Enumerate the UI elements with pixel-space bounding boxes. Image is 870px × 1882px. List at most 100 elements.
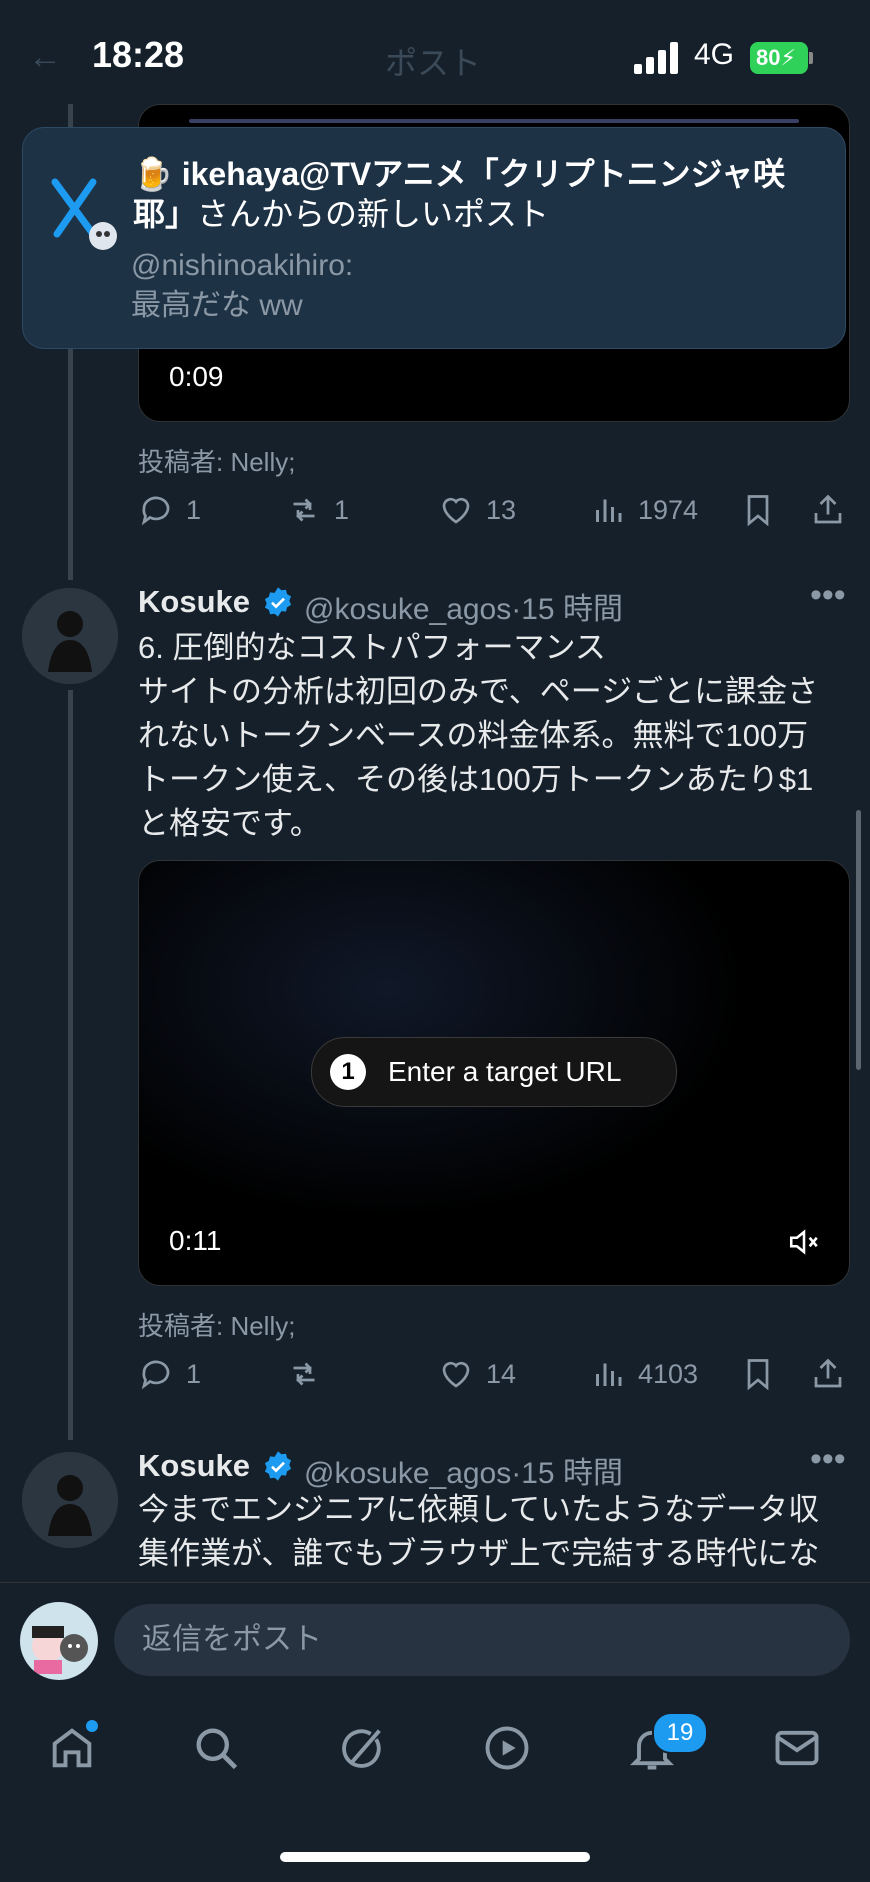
avatar[interactable] bbox=[22, 588, 118, 684]
more-options-icon[interactable]: ••• bbox=[810, 1440, 846, 1479]
x-app-icon bbox=[49, 172, 119, 252]
post-time[interactable]: 15 時間 bbox=[521, 593, 623, 626]
heart-icon bbox=[442, 1361, 470, 1388]
push-notification[interactable]: 🍺 ikehaya@TVアニメ「クリプトニンジャ咲耶」さんからの新しいポスト @… bbox=[22, 127, 846, 349]
like-button[interactable]: 14 bbox=[438, 1356, 516, 1392]
signal-icon bbox=[634, 42, 678, 74]
avatar[interactable] bbox=[22, 1452, 118, 1548]
share-button[interactable] bbox=[810, 1356, 846, 1392]
like-count: 14 bbox=[486, 1358, 517, 1389]
step-number-badge: 1 bbox=[330, 1054, 366, 1090]
reply-button[interactable]: 1 bbox=[138, 1356, 201, 1392]
reply-icon bbox=[141, 1360, 170, 1390]
video-timer: 0:11 bbox=[169, 1225, 222, 1256]
battery-nub bbox=[809, 52, 813, 64]
post-text-line: 集作業が、誰でもブラウザ上で完結する時代にな bbox=[138, 1536, 820, 1571]
post-text-line: トークン使え、その後は100万トークンあたり$1 bbox=[138, 762, 814, 797]
post-text-line: と格安です。 bbox=[138, 806, 321, 841]
video-player[interactable]: 1 Enter a target URL 0:11 bbox=[138, 860, 850, 1286]
post-text: 今までエンジニアに依頼していたようなデータ収 集作業が、誰でもブラウザ上で完結す… bbox=[138, 1488, 838, 1580]
my-avatar[interactable] bbox=[20, 1602, 98, 1680]
author-handle-row: @kosuke_agos·15 時間 bbox=[304, 584, 623, 628]
post-text-line: サイトの分析は初回のみで、ページごとに課金さ bbox=[138, 674, 819, 709]
battery-icon: 80⚡ bbox=[750, 42, 808, 74]
separator-dot: · bbox=[511, 593, 522, 626]
views-chart-icon bbox=[596, 499, 622, 522]
verified-badge-icon bbox=[264, 1451, 292, 1481]
post-time[interactable]: 15 時間 bbox=[521, 1457, 623, 1490]
like-button[interactable]: 13 bbox=[438, 492, 516, 528]
notification-title: 🍺 ikehaya@TVアニメ「クリプトニンジャ咲耶」さんからの新しいポスト bbox=[133, 154, 823, 234]
share-icon bbox=[814, 494, 842, 524]
home-unread-dot bbox=[86, 1720, 98, 1732]
reply-count: 1 bbox=[186, 494, 202, 525]
bookmark-button[interactable] bbox=[740, 492, 776, 528]
reply-count: 1 bbox=[186, 1358, 202, 1389]
charging-bolt-icon: ⚡ bbox=[780, 45, 796, 70]
post-text-line: 6. 圧倒的なコストパフォーマンス bbox=[138, 630, 606, 665]
battery-level: 80 bbox=[756, 45, 781, 70]
search-icon bbox=[196, 1728, 238, 1770]
share-button[interactable] bbox=[810, 492, 846, 528]
header-title-ghost: ポスト bbox=[385, 45, 482, 81]
muted-speaker-icon[interactable] bbox=[787, 1225, 821, 1259]
like-count: 13 bbox=[486, 494, 517, 525]
status-time: 18:28 bbox=[92, 34, 185, 75]
reply-input[interactable]: 返信をポスト bbox=[114, 1604, 850, 1676]
repost-count: 1 bbox=[334, 494, 350, 525]
repost-button[interactable] bbox=[286, 1356, 334, 1392]
network-type: 4G bbox=[694, 38, 735, 71]
author-name[interactable]: Kosuke bbox=[138, 584, 250, 620]
video-credit: 投稿者: Nelly; bbox=[138, 447, 296, 477]
author-handle[interactable]: @kosuke_agos bbox=[304, 1457, 511, 1490]
tab-videos[interactable] bbox=[481, 1722, 533, 1779]
post-text-line: 今までエンジニアに依頼していたようなデータ収 bbox=[138, 1492, 820, 1527]
repost-button[interactable]: 1 bbox=[286, 492, 349, 528]
notification-title-rest: さんからの新しいポスト bbox=[197, 196, 550, 232]
separator-dot: · bbox=[511, 1457, 522, 1490]
repost-icon bbox=[293, 498, 315, 522]
video-frame-edge bbox=[189, 119, 799, 123]
scrollbar[interactable] bbox=[856, 810, 861, 1070]
author-name[interactable]: Kosuke bbox=[138, 1448, 250, 1484]
video-timer: 0:09 bbox=[169, 361, 224, 392]
reply-button[interactable]: 1 bbox=[138, 492, 201, 528]
video-credit: 投稿者: Nelly; bbox=[138, 1311, 296, 1341]
bookmark-icon bbox=[747, 1359, 769, 1391]
repost-icon bbox=[293, 1362, 315, 1386]
notification-body: @nishinoakihiro: 最高だな ww bbox=[131, 246, 353, 326]
grok-icon bbox=[342, 1729, 381, 1768]
verified-badge-icon bbox=[264, 587, 292, 617]
notification-text: 最高だな ww bbox=[131, 289, 303, 322]
thread-line bbox=[68, 690, 73, 1440]
post-text: 6. 圧倒的なコストパフォーマンス サイトの分析は初回のみで、ページごとに課金さ… bbox=[138, 626, 838, 846]
tab-search[interactable] bbox=[190, 1722, 242, 1779]
views-button[interactable]: 4103 bbox=[590, 1356, 698, 1392]
bookmark-button[interactable] bbox=[740, 1356, 776, 1392]
post-text-line: れないトークンベースの料金体系。無料で100万 bbox=[138, 718, 809, 753]
heart-icon bbox=[442, 497, 470, 524]
beer-emoji: 🍺 bbox=[133, 156, 173, 192]
tab-grok[interactable] bbox=[336, 1722, 388, 1779]
share-icon bbox=[814, 1358, 842, 1388]
notification-handle: @nishinoakihiro: bbox=[131, 249, 354, 282]
mail-icon bbox=[775, 1730, 819, 1766]
play-circle-icon bbox=[485, 1726, 529, 1770]
bookmark-icon bbox=[747, 495, 769, 527]
video-step-label: Enter a target URL bbox=[388, 1056, 622, 1087]
view-count: 1974 bbox=[638, 494, 699, 525]
status-bar: ← ポスト 18:28 4G 80⚡ bbox=[0, 0, 870, 110]
tab-messages[interactable] bbox=[771, 1722, 823, 1779]
author-handle-row: @kosuke_agos·15 時間 bbox=[304, 1448, 623, 1492]
more-options-icon[interactable]: ••• bbox=[810, 576, 846, 615]
reply-icon bbox=[141, 496, 170, 526]
views-chart-icon bbox=[596, 1363, 622, 1386]
video-step-pill: 1 Enter a target URL bbox=[311, 1037, 677, 1107]
views-button[interactable]: 1974 bbox=[590, 492, 698, 528]
author-handle[interactable]: @kosuke_agos bbox=[304, 593, 511, 626]
back-arrow-ghost: ← bbox=[28, 38, 62, 76]
home-indicator bbox=[280, 1852, 590, 1862]
tab-bar bbox=[0, 1690, 870, 1810]
notification-count-badge: 19 bbox=[652, 1712, 708, 1754]
view-count: 4103 bbox=[638, 1358, 699, 1389]
